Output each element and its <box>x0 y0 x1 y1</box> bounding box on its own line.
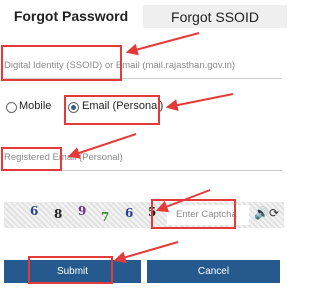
captcha-row: 6 8 9 7 6 5 Enter Captcha 🔊 ⟳ <box>4 202 284 228</box>
highlight-box-captcha <box>151 199 236 229</box>
refresh-icon[interactable]: ⟳ <box>269 206 279 220</box>
speaker-icon[interactable]: 🔊 <box>254 206 269 220</box>
tab-forgot-password[interactable]: Forgot Password <box>0 4 142 28</box>
highlight-box-ssoid <box>1 45 122 81</box>
cancel-button[interactable]: Cancel <box>147 260 280 283</box>
highlight-box-email-radio <box>64 95 160 125</box>
captcha-char: 7 <box>101 210 110 224</box>
captcha-char: 8 <box>54 207 63 221</box>
captcha-char: 9 <box>78 204 87 218</box>
highlight-box-submit <box>28 256 113 284</box>
annotation-arrows <box>67 32 234 264</box>
annotation-arrow-ssoid <box>125 32 200 56</box>
mobile-radio-label[interactable]: Mobile <box>19 100 51 112</box>
captcha-char: 6 <box>125 206 134 220</box>
annotation-arrow-submit <box>113 241 179 264</box>
tab-forgot-ssoid[interactable]: Forgot SSOID <box>143 5 287 28</box>
highlight-box-email <box>1 147 62 171</box>
captcha-char: 6 <box>30 204 39 218</box>
mobile-radio[interactable] <box>6 102 17 113</box>
